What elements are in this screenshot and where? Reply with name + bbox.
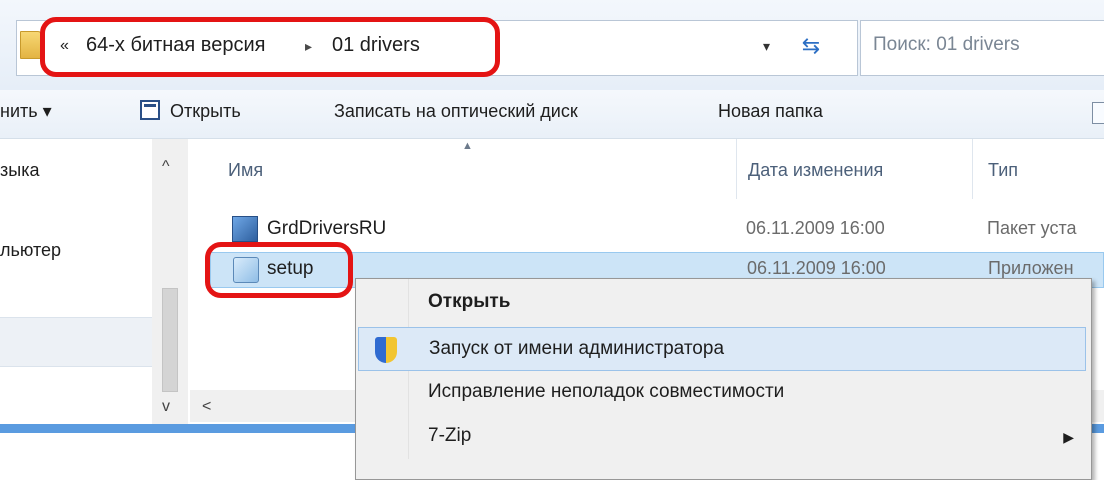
search-placeholder: Поиск: 01 drivers [873, 34, 1020, 55]
nav-scrollbar-thumb[interactable] [162, 288, 178, 392]
file-row-grddriversru[interactable]: GrdDriversRU 06.11.2009 16:00 Пакет уста [210, 212, 1104, 248]
context-menu-troubleshoot-label: Исправление неполадок совместимости [428, 381, 785, 402]
column-divider[interactable] [972, 139, 973, 199]
new-folder-button[interactable]: Новая папка [718, 101, 823, 122]
breadcrumb-64bit-version[interactable]: 64-х битная версия [86, 34, 265, 57]
nav-item-music[interactable]: зыка [0, 160, 39, 181]
refresh-icon[interactable]: ⇆ [790, 27, 832, 67]
column-divider[interactable] [736, 139, 737, 199]
context-menu-open[interactable]: Открыть [358, 281, 1086, 325]
file-type: Приложен [988, 258, 1074, 278]
burn-to-disc-button[interactable]: Записать на оптический диск [334, 101, 578, 122]
column-header-name[interactable]: Имя [228, 160, 263, 220]
context-menu-troubleshoot-compatibility[interactable]: Исправление неполадок совместимости [358, 371, 1086, 415]
breadcrumb-separator-icon[interactable]: ▸ [305, 38, 312, 55]
file-name: GrdDriversRU [267, 218, 387, 239]
context-menu-7zip-label: 7-Zip [428, 425, 472, 446]
file-type: Пакет уста [987, 218, 1077, 238]
context-menu-run-as-admin-label: Запуск от имени администратора [429, 338, 725, 359]
open-button[interactable]: Открыть [170, 101, 241, 122]
address-history-dropdown-icon[interactable]: ▾ [763, 38, 770, 55]
context-menu-open-label: Открыть [428, 291, 511, 312]
scroll-down-icon[interactable]: v [162, 398, 170, 416]
nav-item-selected[interactable] [0, 317, 152, 367]
file-date: 06.11.2009 16:00 [747, 258, 886, 278]
organize-button[interactable]: нить ▾ [0, 101, 52, 122]
view-options-icon[interactable] [1092, 102, 1104, 124]
uac-shield-icon [375, 337, 397, 363]
open-icon [140, 100, 160, 120]
file-name: setup [267, 258, 314, 279]
folder-icon [20, 31, 42, 59]
setup-application-icon [233, 257, 259, 283]
context-menu-run-as-admin[interactable]: Запуск от имени администратора [358, 327, 1086, 371]
scroll-left-icon[interactable]: < [202, 398, 211, 416]
submenu-arrow-icon: ▶ [1063, 429, 1074, 445]
column-header-type[interactable]: Тип [988, 160, 1018, 220]
sort-ascending-icon: ▲ [462, 140, 473, 152]
scroll-up-icon[interactable]: ^ [162, 158, 170, 176]
file-date: 06.11.2009 16:00 [746, 218, 885, 238]
breadcrumb-overflow[interactable]: « [60, 37, 69, 55]
column-header-date[interactable]: Дата изменения [748, 160, 883, 220]
nav-item-computer[interactable]: льютер [0, 240, 61, 261]
context-menu-7zip[interactable]: 7-Zip ▶ [358, 415, 1086, 459]
installer-package-icon [232, 216, 258, 242]
breadcrumb-01-drivers[interactable]: 01 drivers [332, 34, 420, 57]
